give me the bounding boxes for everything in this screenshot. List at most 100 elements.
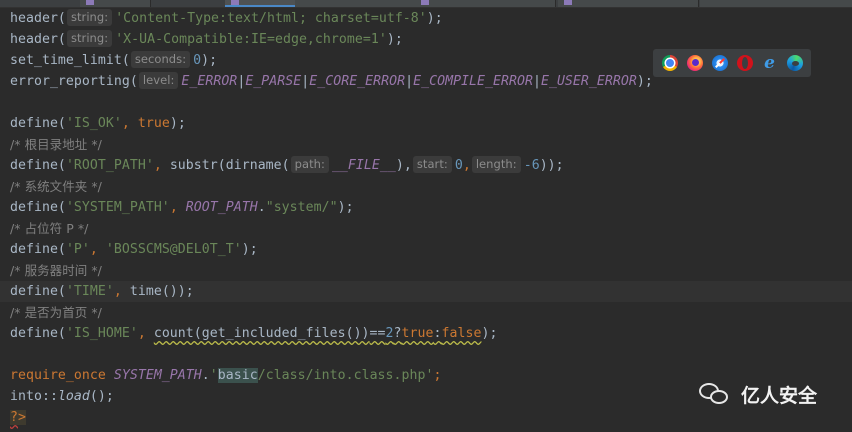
string-literal: 'X-UA-Compatible:IE=edge,chrome=1' xyxy=(115,32,387,47)
punctuation: ); xyxy=(169,116,186,131)
constant: E_COMPILE_ERROR xyxy=(413,74,533,89)
code-comment: /* 系统文件夹 */ xyxy=(10,179,102,194)
punctuation: , xyxy=(169,200,186,215)
php-close-tag: ?> xyxy=(10,410,26,425)
punctuation: , xyxy=(121,116,138,131)
code-line: define('P', 'BOSSCMS@DEL0T_T'); xyxy=(10,239,258,260)
constant: E_USER_ERROR xyxy=(540,74,637,89)
code-line: ?> xyxy=(10,407,26,428)
string-literal: "system/" xyxy=(265,200,338,215)
parameter-hint: length: xyxy=(471,156,521,173)
number-literal: 2 xyxy=(385,326,394,341)
parameter-hint: string: xyxy=(66,30,113,47)
keyword: true xyxy=(401,326,434,341)
code-line: error_reporting(level: E_ERROR|E_PARSE|E_… xyxy=(10,71,653,92)
code-line: define('SYSTEM_PATH', ROOT_PATH."system/… xyxy=(10,197,354,218)
punctuation: ); xyxy=(201,53,218,68)
constant: __FILE__ xyxy=(331,158,396,173)
function-call: define( xyxy=(10,242,66,257)
punctuation: ); xyxy=(426,11,443,26)
punctuation: ); xyxy=(386,32,403,47)
punctuation: ); xyxy=(337,200,354,215)
function-call: define( xyxy=(10,200,66,215)
parameter-hint: level: xyxy=(138,72,179,89)
number-literal: -6 xyxy=(523,158,540,173)
php-file-icon xyxy=(421,0,429,5)
operator: . xyxy=(201,368,210,383)
string-literal: 'IS_HOME' xyxy=(65,326,138,341)
function-call: header( xyxy=(10,11,66,26)
code-line: require_once SYSTEM_PATH.'basic/class/in… xyxy=(10,365,442,386)
php-file-icon xyxy=(564,0,572,5)
warning-expression[interactable]: count(get_included_files()) xyxy=(154,326,370,341)
editor-tab[interactable] xyxy=(295,0,416,7)
constant: ROOT_PATH xyxy=(185,200,258,215)
code-line: define('IS_OK', true); xyxy=(10,113,186,134)
search-match-highlight: basic xyxy=(217,368,258,383)
operator: ? xyxy=(393,326,402,341)
editor-tab[interactable] xyxy=(558,0,699,7)
function-call: substr(dirname( xyxy=(169,158,290,173)
code-line-current: define('TIME', time()); xyxy=(0,281,852,302)
string-literal: /class/into.class.php' xyxy=(257,368,434,383)
punctuation: )); xyxy=(539,158,564,173)
editor-tab[interactable] xyxy=(80,0,151,7)
operator: : xyxy=(433,326,442,341)
string-literal: 'SYSTEM_PATH' xyxy=(65,200,170,215)
operator: == xyxy=(369,326,386,341)
firefox-icon[interactable] xyxy=(686,55,703,71)
parameter-hint: start: xyxy=(412,156,452,173)
punctuation: ); xyxy=(481,326,498,341)
operator: | xyxy=(532,74,541,89)
constant: SYSTEM_PATH xyxy=(113,368,202,383)
function-call: header( xyxy=(10,32,66,47)
code-comment: /* 根目录地址 */ xyxy=(10,137,102,152)
string-literal: 'IS_OK' xyxy=(65,116,122,131)
parameter-hint: string: xyxy=(66,9,113,26)
code-line: header(string: 'Content-Type:text/html; c… xyxy=(10,8,443,29)
editor-tab-active[interactable] xyxy=(225,0,296,7)
code-line: define('IS_HOME', count(get_included_fil… xyxy=(10,323,497,344)
php-tag-question: ? xyxy=(10,410,18,425)
function-call: error_reporting( xyxy=(10,74,138,89)
punctuation: ; xyxy=(433,368,442,383)
constant: E_ERROR xyxy=(181,74,238,89)
string-literal: 'Content-Type:text/html; charset=utf-8' xyxy=(115,11,427,26)
function-call: set_time_limit( xyxy=(10,53,130,68)
punctuation: , xyxy=(137,326,154,341)
punctuation: , xyxy=(462,158,471,173)
php-file-icon xyxy=(231,0,239,5)
punctuation: ); xyxy=(241,242,258,257)
string-literal: 'P' xyxy=(65,242,90,257)
code-comment: /* 服务器时间 */ xyxy=(10,263,102,278)
function-call: define( xyxy=(10,284,66,299)
keyword: require_once xyxy=(10,368,106,383)
operator: | xyxy=(405,74,414,89)
parameter-hint: path: xyxy=(290,156,329,173)
function-call: define( xyxy=(10,116,66,131)
keyword: false xyxy=(441,326,482,341)
function-call: time() xyxy=(129,284,178,299)
editor-tab[interactable] xyxy=(700,0,852,7)
code-comment: /* 占位符 P */ xyxy=(10,221,89,236)
string-literal: 'BOSSCMS@DEL0T_T' xyxy=(105,242,242,257)
edge-icon[interactable] xyxy=(786,55,803,71)
string-literal: 'ROOT_PATH' xyxy=(65,158,154,173)
editor-tab[interactable] xyxy=(415,0,556,7)
code-line: define('ROOT_PATH', substr(dirname(path:… xyxy=(10,155,564,176)
method-call: load xyxy=(57,389,90,404)
punctuation: ), xyxy=(395,158,412,173)
number-literal: 0 xyxy=(193,53,202,68)
opera-icon[interactable] xyxy=(736,55,753,71)
punctuation: , xyxy=(153,158,170,173)
chrome-icon[interactable] xyxy=(661,55,678,71)
punctuation: (); xyxy=(89,389,114,404)
ie-icon[interactable]: e xyxy=(762,55,778,72)
code-line: into::load(); xyxy=(10,386,114,407)
punctuation: ); xyxy=(177,284,194,299)
punctuation: ); xyxy=(636,74,653,89)
punctuation: , xyxy=(89,242,106,257)
constant: E_PARSE xyxy=(245,74,302,89)
browser-preview-bar: e xyxy=(653,49,811,77)
safari-icon[interactable] xyxy=(711,55,728,71)
